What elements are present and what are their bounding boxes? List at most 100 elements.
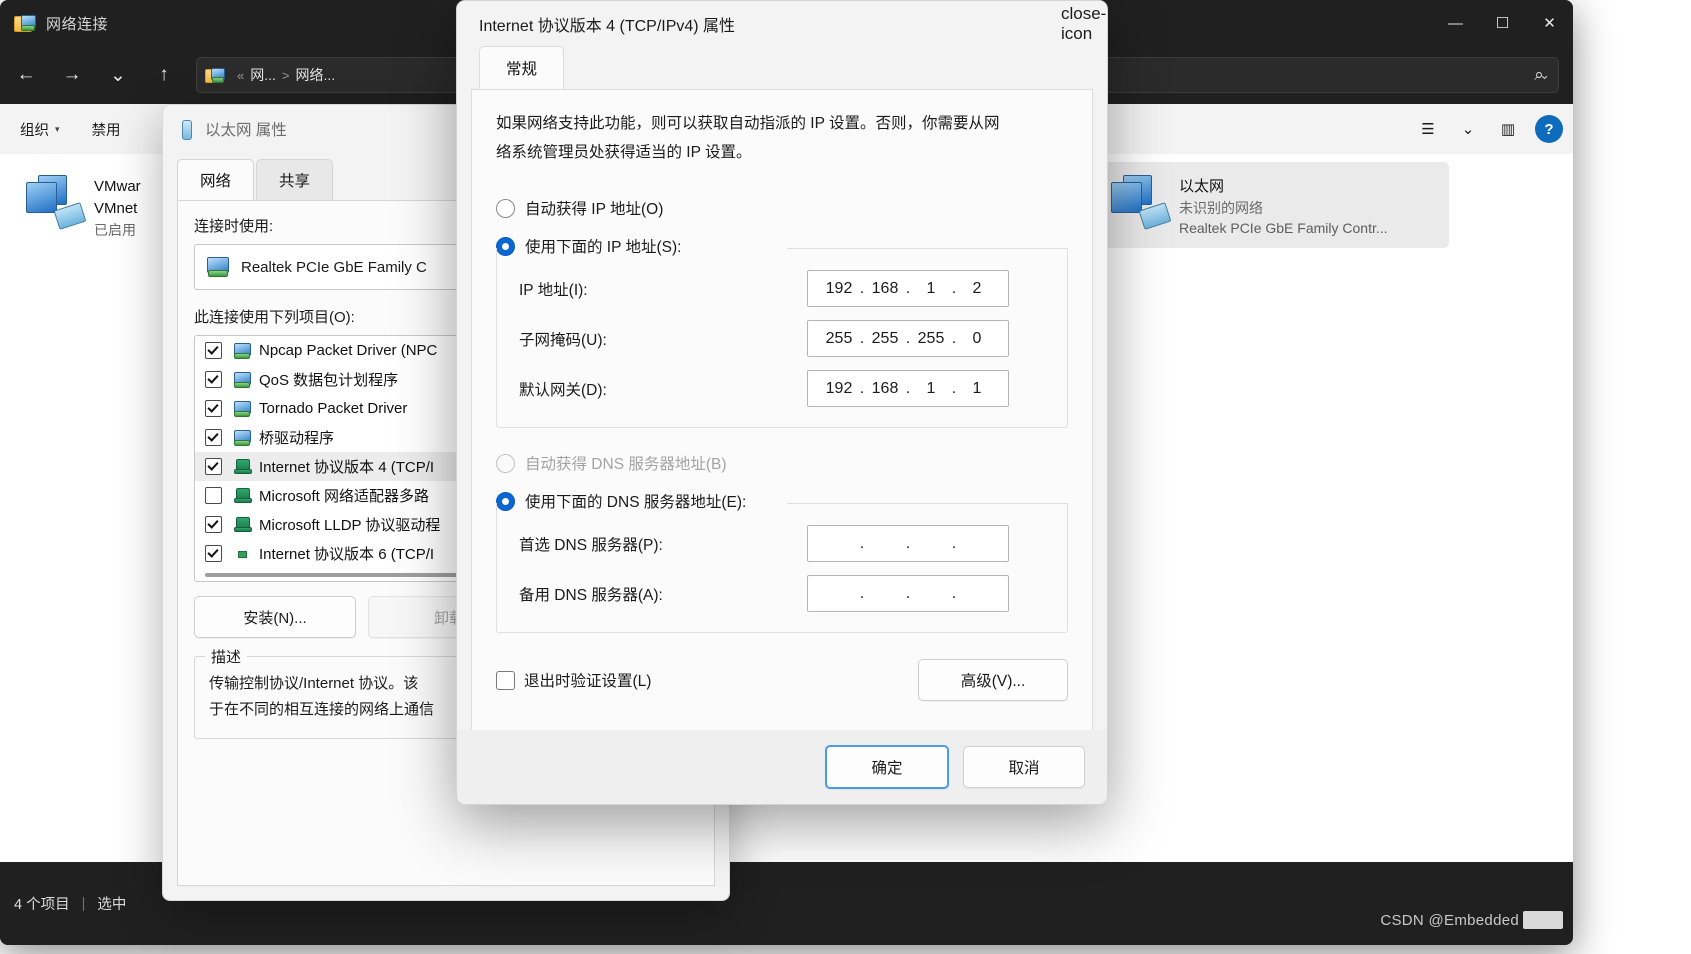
arrow-right-icon[interactable]: → [52,58,92,92]
ipv4-properties-dialog: Internet 协议版本 4 (TCP/IPv4) 属性 close-icon… [456,0,1108,805]
disable-label: 禁用 [91,122,121,139]
breadcrumb-separator: > [281,67,290,83]
details-pane-icon[interactable]: ▥ [1489,113,1527,145]
protocol-checkbox[interactable] [205,487,222,504]
breadcrumb-item-2[interactable]: 网络... [296,65,336,85]
protocol-checkbox[interactable] [205,458,222,475]
ip-auto-radio-row[interactable]: 自动获得 IP 地址(O) [496,197,1068,219]
status-item-count: 4 个项目 [14,897,70,913]
default-gateway-label: 默认网关(D): [519,381,607,399]
search-icon[interactable]: ⌕ [1519,58,1559,92]
protocol-icon [232,545,252,563]
ok-button[interactable]: 确定 [825,745,949,789]
ipv4-dialog-footer: 确定 取消 [457,730,1107,804]
help-icon[interactable]: ? [1535,115,1563,143]
organize-label: 组织 [20,122,49,139]
breadcrumb-overflow[interactable]: « [237,68,244,83]
ip-auto-label: 自动获得 IP 地址(O) [525,201,664,219]
adapter-icon [205,256,231,278]
adapter-icon [232,371,252,389]
dns-auto-radio-row: 自动获得 DNS 服务器地址(B) [496,452,1068,474]
list-item[interactable]: 以太网 未识别的网络 Realtek PCIe GbE Family Contr… [1095,162,1449,249]
protocol-checkbox[interactable] [205,516,222,533]
description-title: 描述 [205,646,248,667]
ethernet-dialog-title: 以太网 属性 [205,122,287,139]
alternate-dns-input[interactable]: . . . [807,575,1009,613]
octet-dot: . [951,379,957,397]
octet-4[interactable]: 2 [960,280,994,298]
minimize-button[interactable]: — [1432,0,1479,46]
alternate-dns-field-row: 备用 DNS 服务器(A): . . . [519,575,1049,613]
octet-dot: . [951,534,957,552]
octet-3[interactable]: 255 [914,330,948,348]
protocol-checkbox[interactable] [205,371,222,388]
install-button[interactable]: 安装(N)... [194,596,356,638]
ipv4-dialog-titlebar: Internet 协议版本 4 (TCP/IPv4) 属性 close-icon [457,1,1107,46]
octet-dot: . [905,584,911,602]
view-options-icon[interactable]: ☰ [1409,113,1447,145]
list-item-name: 以太网 [1179,178,1225,195]
octet-2[interactable]: 255 [868,330,902,348]
protocol-checkbox[interactable] [205,429,222,446]
protocol-label: QoS 数据包计划程序 [259,372,399,389]
view-chevron-down-icon[interactable]: ⌄ [1449,113,1487,145]
network-adapter-icon [22,172,87,230]
breadcrumb-item-1[interactable]: 网... [250,65,276,85]
cancel-button[interactable]: 取消 [963,746,1085,788]
list-item-name-2: VMnet [94,199,138,217]
close-icon[interactable]: close-icon [1061,1,1107,46]
command-bar-right: ☰ ⌄ ▥ ? [1409,113,1563,145]
watermark: CSDN @Embedded [1380,911,1563,929]
arrow-left-icon[interactable]: ← [6,58,46,92]
dns-auto-label: 自动获得 DNS 服务器地址(B) [525,456,727,474]
subnet-mask-input[interactable]: 255 . 255 . 255 . 0 [807,320,1009,358]
octet-2[interactable]: 168 [868,380,902,398]
tab-sharing[interactable]: 共享 [256,159,334,200]
ipv4-dialog-tabs: 常规 [479,46,1107,89]
list-item-name: VMwar [94,178,141,195]
tab-network[interactable]: 网络 [177,159,255,200]
close-button[interactable]: ✕ [1526,0,1573,46]
maximize-button[interactable]: ☐ [1479,0,1526,46]
octet-1[interactable]: 192 [822,280,856,298]
protocol-checkbox[interactable] [205,342,222,359]
octet-1[interactable]: 192 [822,380,856,398]
preferred-dns-input[interactable]: . . . [807,525,1009,563]
list-item-status: 已启用 [94,221,136,238]
adapter-icon [232,429,252,447]
octet-dot: . [905,534,911,552]
octet-3[interactable]: 1 [914,380,948,398]
intro-line-1: 如果网络支持此功能，则可以获取自动指派的 IP 设置。否则，你需要从网 [496,115,1000,132]
ip-auto-radio[interactable] [496,198,515,218]
adapter-icon [232,400,252,418]
octet-2[interactable]: 168 [868,280,902,298]
protocol-checkbox[interactable] [205,545,222,562]
ipv4-dialog-title: Internet 协议版本 4 (TCP/IPv4) 属性 [479,17,736,35]
organize-button[interactable]: 组织 ▾ [8,113,72,145]
octet-3[interactable]: 1 [914,280,948,298]
adapter-icon [232,342,252,360]
octet-4[interactable]: 0 [960,330,994,348]
default-gateway-input[interactable]: 192 . 168 . 1 . 1 [807,370,1009,408]
arrow-up-icon[interactable]: ↑ [144,58,184,92]
octet-dot: . [951,584,957,602]
subnet-mask-field-row: 子网掩码(U): 255 . 255 . 255 . 0 [519,320,1049,358]
octet-dot: . [951,279,957,297]
protocol-icon [232,458,252,476]
protocol-label: Microsoft LLDP 协议驱动程 [259,517,441,534]
validate-settings-checkbox[interactable] [496,670,515,690]
validate-settings-row[interactable]: 退出时验证设置(L) [496,669,651,691]
network-adapter-icon [1107,172,1172,230]
tab-general[interactable]: 常规 [479,46,565,89]
octet-dot: . [905,329,911,347]
chevron-down-icon[interactable]: ⌄ [98,58,138,92]
protocol-label: Microsoft 网络适配器多路 [259,488,430,505]
protocol-checkbox[interactable] [205,400,222,417]
watermark-text: CSDN @Embedded [1380,911,1519,929]
ip-address-input[interactable]: 192 . 168 . 1 . 2 [807,270,1009,308]
octet-1[interactable]: 255 [822,330,856,348]
disable-button[interactable]: 禁用 [80,113,133,145]
octet-4[interactable]: 1 [960,380,994,398]
advanced-button[interactable]: 高级(V)... [918,659,1068,702]
ipv4-bottom-row: 退出时验证设置(L) 高级(V)... [496,659,1068,702]
